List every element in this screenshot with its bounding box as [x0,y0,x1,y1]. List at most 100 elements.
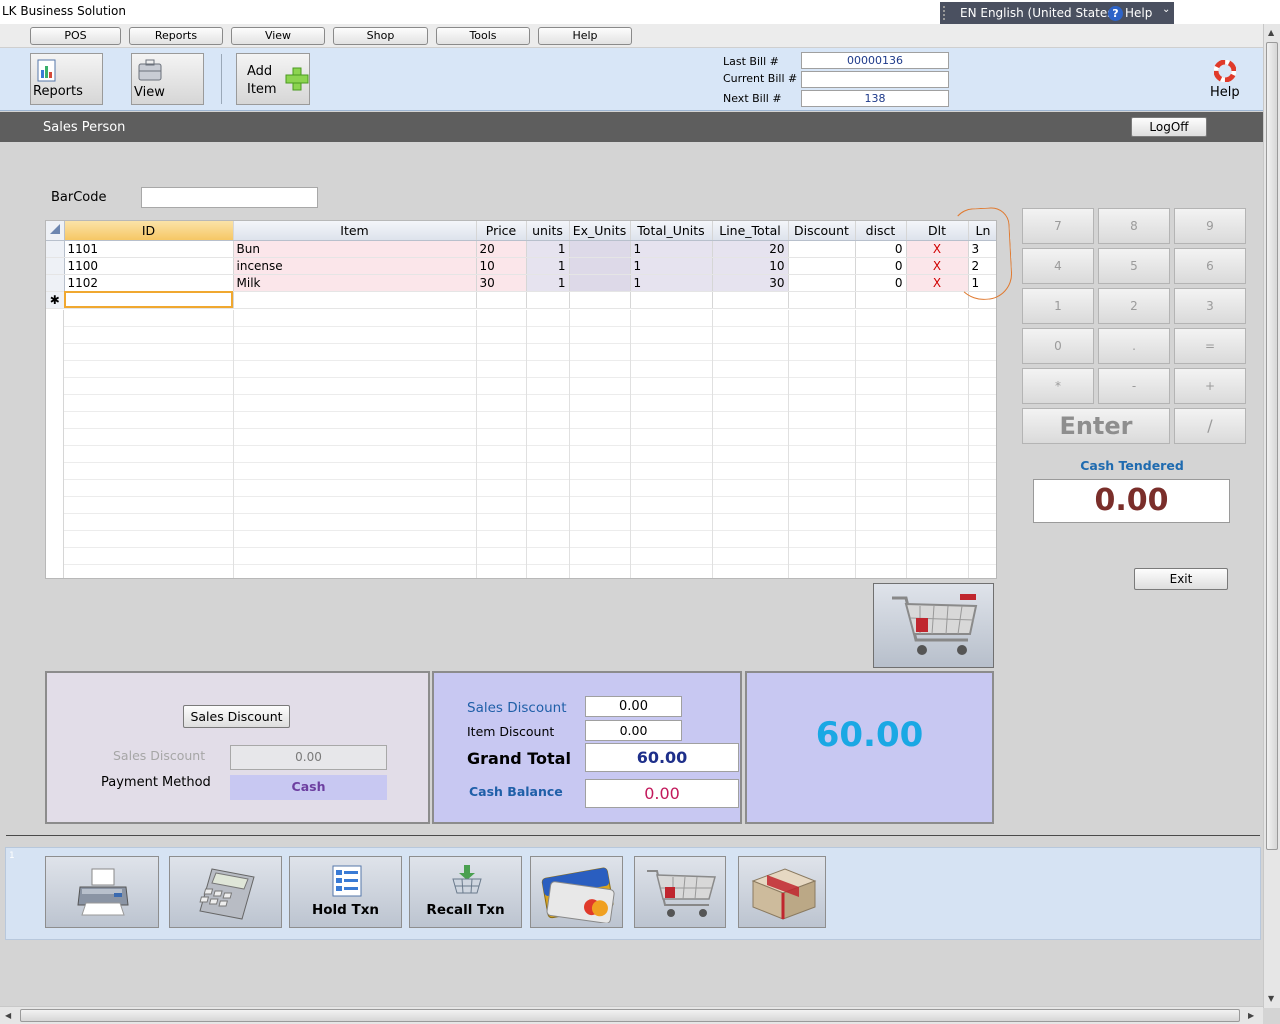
column-header-disct[interactable]: disct [855,221,907,241]
cell-total-units[interactable]: 1 [630,240,713,258]
cell-price[interactable]: 30 [476,274,527,292]
vertical-scrollbar[interactable]: ▲ ▼ [1263,24,1280,1008]
scroll-right-icon[interactable]: ▶ [1248,1011,1254,1020]
column-header-item[interactable]: Item [233,221,477,241]
new-row-cell[interactable] [712,291,789,309]
cell-total-units[interactable]: 1 [630,257,713,275]
column-header-price[interactable]: Price [476,221,527,241]
view-button[interactable]: View [131,53,204,105]
cell-item[interactable]: incense [233,257,477,275]
column-header-discount[interactable]: Discount [788,221,856,241]
key-5[interactable]: 5 [1098,248,1170,284]
key-0[interactable]: 0 [1022,328,1094,364]
help-button[interactable]: Help [1205,58,1245,106]
key-2[interactable]: 2 [1098,288,1170,324]
menu-shop[interactable]: Shop [333,27,428,45]
key-plus[interactable]: + [1174,368,1246,404]
new-row-cell[interactable] [855,291,907,309]
cell-disct[interactable]: 0 [855,240,907,258]
new-row-id-cell[interactable] [64,291,234,309]
cell-units[interactable]: 1 [526,274,570,292]
grip-icon[interactable] [943,6,949,20]
scroll-up-icon[interactable]: ▲ [1268,28,1274,37]
recall-txn-button[interactable]: Recall Txn [409,856,522,928]
column-header-ex-units[interactable]: Ex_Units [569,221,631,241]
help-question-icon[interactable]: ? [1108,6,1123,21]
menu-help[interactable]: Help [538,27,632,45]
cell-ex-units[interactable] [569,274,631,292]
row-selector[interactable] [46,274,65,292]
key-6[interactable]: 6 [1174,248,1246,284]
menu-pos[interactable]: POS [30,27,121,45]
menu-tools[interactable]: Tools [436,27,530,45]
cell-line-total[interactable]: 20 [712,240,789,258]
key-enter[interactable]: Enter [1022,408,1170,444]
calculator-button[interactable] [169,856,282,928]
sales-discount-field[interactable]: 0.00 [230,745,387,770]
key-dot[interactable]: . [1098,328,1170,364]
package-button[interactable] [738,856,826,928]
cell-discount[interactable] [788,257,856,275]
language-label[interactable]: EN English (United States) [960,6,1118,20]
cell-units[interactable]: 1 [526,240,570,258]
scroll-down-icon[interactable]: ▼ [1268,994,1274,1003]
language-help-label[interactable]: Help [1125,6,1152,20]
new-row-cell[interactable] [630,291,713,309]
print-button[interactable] [45,856,159,928]
logoff-button[interactable]: LogOff [1131,117,1207,137]
new-row-cell[interactable] [476,291,527,309]
column-header-line-total[interactable]: Line_Total [712,221,789,241]
new-row-cell[interactable] [906,291,969,309]
cell-line-total[interactable]: 10 [712,257,789,275]
cell-id[interactable]: 1100 [64,257,234,275]
cell-item[interactable]: Milk [233,274,477,292]
table-row[interactable]: 1102 Milk 30 1 1 30 0 X 1 [46,274,996,292]
hold-txn-button[interactable]: Hold Txn [289,856,402,928]
checkout-cart-button[interactable] [873,583,994,668]
menu-reports[interactable]: Reports [129,27,223,45]
cell-price[interactable]: 20 [476,240,527,258]
horizontal-scrollbar[interactable]: ◀ ▶ [0,1006,1263,1024]
key-minus[interactable]: - [1098,368,1170,404]
horizontal-scroll-thumb[interactable] [20,1009,1240,1022]
current-bill-field[interactable] [801,71,949,88]
column-header-units[interactable]: units [526,221,570,241]
exit-button[interactable]: Exit [1134,568,1228,590]
cell-ex-units[interactable] [569,257,631,275]
row-selector[interactable] [46,257,65,275]
barcode-input[interactable] [141,187,318,208]
key-4[interactable]: 4 [1022,248,1094,284]
cell-units[interactable]: 1 [526,257,570,275]
scroll-left-icon[interactable]: ◀ [5,1011,11,1020]
next-bill-field[interactable]: 138 [801,90,949,107]
cell-discount[interactable] [788,240,856,258]
language-bar[interactable]: EN English (United States) ? Help ⌄ [940,2,1174,24]
new-row-cell[interactable] [788,291,856,309]
column-header-total-units[interactable]: Total_Units [630,221,713,241]
cell-item[interactable]: Bun [233,240,477,258]
row-selector[interactable] [46,240,65,258]
key-multiply[interactable]: * [1022,368,1094,404]
cash-tendered-field[interactable]: 0.00 [1033,479,1230,523]
key-equals[interactable]: = [1174,328,1246,364]
table-row[interactable]: 1101 Bun 20 1 1 20 0 X 3 [46,240,996,258]
cell-disct[interactable]: 0 [855,257,907,275]
cell-total-units[interactable]: 1 [630,274,713,292]
cell-id[interactable]: 1102 [64,274,234,292]
new-row-cell[interactable] [233,291,477,309]
cell-price[interactable]: 10 [476,257,527,275]
key-3[interactable]: 3 [1174,288,1246,324]
key-9[interactable]: 9 [1174,208,1246,244]
add-item-button[interactable]: Add Item [236,53,310,105]
menu-view[interactable]: View [231,27,325,45]
card-payment-button[interactable] [530,856,623,928]
key-divide[interactable]: / [1174,408,1246,444]
select-all-corner[interactable] [46,221,65,241]
items-grid[interactable]: ID Item Price units Ex_Units Total_Units… [45,220,997,579]
vertical-scroll-thumb[interactable] [1266,42,1278,850]
key-7[interactable]: 7 [1022,208,1094,244]
reports-button[interactable]: Reports [30,53,103,105]
payment-method-field[interactable]: Cash [230,775,387,800]
last-bill-field[interactable]: 00000136 [801,52,949,69]
new-row-cell[interactable] [569,291,631,309]
